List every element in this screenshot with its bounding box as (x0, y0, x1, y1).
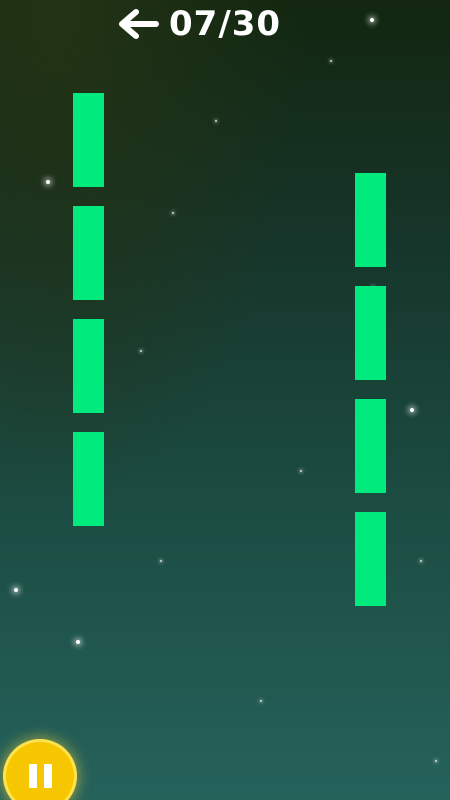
pause-icon (28, 764, 52, 788)
star (260, 700, 262, 702)
right-bar-segment[interactable] (355, 399, 386, 493)
right-bar-segment[interactable] (355, 173, 386, 267)
pause-bar (28, 764, 37, 788)
level-total: 30 (231, 4, 282, 44)
left-bar-segment[interactable] (73, 432, 104, 526)
star (370, 18, 374, 22)
level-header: 07/30 (115, 4, 281, 44)
star (140, 350, 142, 352)
back-button[interactable] (115, 4, 161, 44)
star (14, 588, 18, 592)
star (76, 640, 80, 644)
star (410, 408, 414, 412)
star (160, 560, 162, 562)
left-bar-segment[interactable] (73, 93, 104, 187)
left-bar-segment[interactable] (73, 319, 104, 413)
right-bar-segment[interactable] (355, 512, 386, 606)
star (172, 212, 174, 214)
right-bar-segment[interactable] (355, 286, 386, 380)
level-counter: 07/30 (169, 4, 281, 44)
star (215, 120, 217, 122)
star (435, 760, 437, 762)
right-bar-column (355, 173, 386, 606)
level-current: 07 (169, 4, 219, 44)
left-bar-column (73, 93, 104, 526)
level-separator: / (218, 4, 232, 44)
pause-bar (43, 764, 52, 788)
star (46, 180, 50, 184)
star (420, 560, 422, 562)
arrow-left-icon (119, 9, 159, 39)
left-bar-segment[interactable] (73, 206, 104, 300)
star (330, 60, 332, 62)
star (300, 470, 302, 472)
